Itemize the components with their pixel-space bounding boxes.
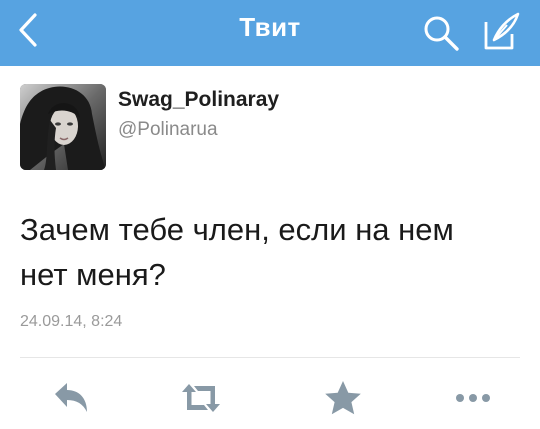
search-icon xyxy=(424,16,459,51)
reply-icon xyxy=(55,383,87,412)
compose-button[interactable] xyxy=(480,10,524,52)
navigation-bar: Твит xyxy=(0,0,540,66)
tweet-text: Зачем тебе член, если на нем нет меня? xyxy=(20,207,520,297)
profile-photo xyxy=(20,84,106,170)
username-handle[interactable]: @Polinarua xyxy=(118,119,218,141)
more-icon xyxy=(456,394,490,402)
reply-button[interactable] xyxy=(47,378,93,418)
compose-icon xyxy=(484,12,520,50)
tweet-text-line-2: нет меня? xyxy=(20,257,166,292)
star-icon xyxy=(325,381,361,415)
display-name[interactable]: Swag_Polinaray xyxy=(118,88,279,112)
tweet-timestamp: 24.09.14, 8:24 xyxy=(20,313,123,330)
search-button[interactable] xyxy=(420,12,462,52)
retweet-icon xyxy=(182,384,220,412)
avatar[interactable] xyxy=(20,84,106,170)
tweet-text-line-1: Зачем тебе член, если на нем xyxy=(20,212,454,247)
more-button[interactable] xyxy=(450,378,496,418)
favorite-button[interactable] xyxy=(320,378,366,418)
divider xyxy=(20,357,520,358)
tweet-screen: Твит Swag_Polinaray @Polinarua Зачем теб… xyxy=(0,0,540,429)
retweet-button[interactable] xyxy=(178,378,224,418)
